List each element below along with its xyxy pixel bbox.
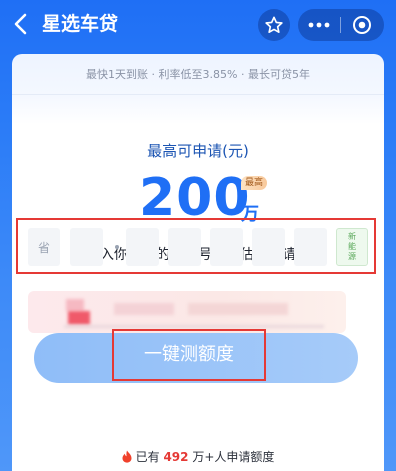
applicant-count: 已有 492 万+人申请额度 <box>12 448 384 465</box>
plate-province-cell[interactable]: 省 <box>28 228 60 266</box>
promo-blur-block <box>64 325 324 328</box>
favorite-button[interactable] <box>258 9 290 41</box>
tagline: 最快1天到账 · 利率低至3.85% · 最长可贷5年 <box>86 68 310 81</box>
more-horizontal-icon <box>308 22 330 28</box>
max-amount-label: 最高可申请(元) <box>147 142 249 160</box>
plate-number-input: 省 新 能 源 <box>16 218 376 274</box>
plate-char-cell[interactable] <box>210 228 243 266</box>
chevron-left-icon <box>14 13 27 35</box>
cta-label: 一键测额度 <box>144 344 234 365</box>
promo-blur-block <box>188 303 288 315</box>
more-button[interactable] <box>298 9 340 41</box>
new-energy-char: 能 <box>348 242 356 251</box>
promo-blur-block <box>114 303 174 315</box>
star-outline-icon <box>265 16 283 34</box>
new-energy-char: 新 <box>348 232 356 241</box>
page-title: 星选车贷 <box>42 13 119 35</box>
promo-banner[interactable] <box>28 291 346 333</box>
divider <box>12 94 384 95</box>
new-energy-cell[interactable]: 新 能 源 <box>336 228 368 266</box>
plate-separator-dot <box>115 245 119 249</box>
plate-char-cell[interactable] <box>70 228 103 266</box>
flame-icon <box>122 450 132 463</box>
close-miniapp-button[interactable] <box>341 9 383 41</box>
target-circle-icon <box>353 16 371 34</box>
footer-suffix: 万+人申请额度 <box>192 450 275 464</box>
plate-char-cell[interactable] <box>252 228 285 266</box>
back-button[interactable] <box>10 10 34 38</box>
applicant-number: 492 <box>163 450 189 464</box>
miniapp-capsule <box>298 9 384 41</box>
promo-blur-block <box>68 311 90 325</box>
footer-prefix: 已有 <box>135 450 160 464</box>
promo-blur-block <box>66 299 84 311</box>
new-energy-char: 源 <box>348 252 356 261</box>
cta-highlight: 一键测额度 <box>112 329 266 381</box>
max-badge: 最高 <box>241 176 268 190</box>
province-placeholder: 省 <box>37 240 50 255</box>
top-bar: 星选车贷 <box>0 0 396 50</box>
plate-char-cell[interactable] <box>168 228 201 266</box>
plate-char-cell[interactable] <box>126 228 159 266</box>
plate-char-cell[interactable] <box>294 228 327 266</box>
